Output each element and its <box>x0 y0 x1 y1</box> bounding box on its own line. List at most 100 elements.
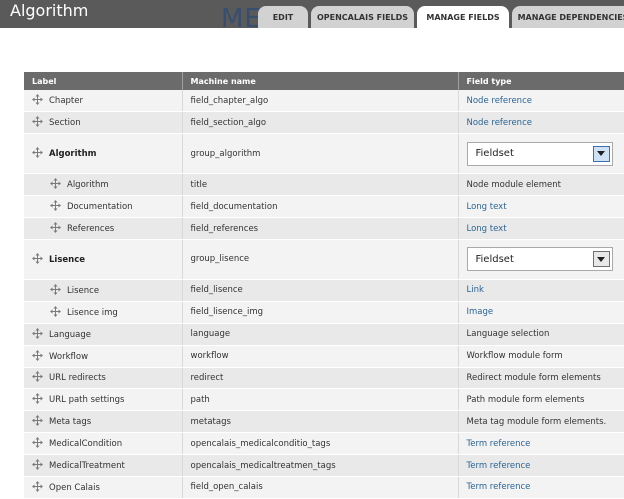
label-cell: Documentation <box>24 195 183 219</box>
field-type-cell: Term reference <box>458 432 624 456</box>
move-arrows-icon[interactable] <box>32 349 43 361</box>
label-cell: URL path settings <box>24 388 183 412</box>
machine-name-cell: group_lisence <box>182 239 459 280</box>
machine-name-cell: metatags <box>182 410 459 434</box>
fieldset-format-select[interactable]: Fieldset <box>466 141 613 166</box>
field-label: Algorithm <box>67 180 109 191</box>
field-type-link[interactable]: Term reference <box>467 482 531 492</box>
field-type-cell: Workflow module form <box>458 345 624 368</box>
table-row: URL path settings path Path module form el… <box>24 388 624 412</box>
field-type-link[interactable]: Term reference <box>467 439 531 449</box>
chevron-down-icon[interactable] <box>592 251 610 268</box>
field-type-link[interactable]: Image <box>467 307 494 317</box>
field-type-link[interactable]: Node reference <box>467 96 532 106</box>
table-row: MedicalCondition opencalais_medicalcondit… <box>24 432 624 456</box>
table-row: URL redirects redirect Redirect module for… <box>24 367 624 390</box>
label-cell: Meta tags <box>24 410 183 434</box>
field-type-link[interactable]: Long text <box>467 224 507 234</box>
move-arrows-icon[interactable] <box>32 371 43 383</box>
machine-name-cell: field_section_algo <box>182 111 459 135</box>
machine-name-cell: opencalais_medicaltreatmen_tags <box>182 454 459 477</box>
label-cell: Section <box>24 111 183 135</box>
field-label: Algorithm <box>49 149 97 160</box>
table-row: MedicalTreatment opencalais_medicaltreatm… <box>24 454 624 477</box>
page-title: Algorithm <box>10 1 89 20</box>
move-arrows-icon[interactable] <box>32 437 43 449</box>
column-header-field-type: Field type <box>458 72 624 90</box>
table-row: Workflow workflow Workflow module form <box>24 345 624 368</box>
tab-manage-fields[interactable]: MANAGE FIELDS <box>417 6 509 28</box>
tab-manage-dependencies[interactable]: MANAGE DEPENDENCIES <box>512 6 624 28</box>
chevron-down-icon[interactable] <box>592 145 610 162</box>
table-row-group: Lisence group_lisence Fieldset <box>24 239 624 280</box>
move-arrows-icon[interactable] <box>50 283 61 295</box>
label-cell: Lisence <box>24 279 183 302</box>
field-label: Lisence <box>49 254 86 265</box>
label-cell: Language <box>24 323 183 346</box>
label-cell: MedicalCondition <box>24 432 183 456</box>
label-cell: Algorithm <box>24 133 183 175</box>
machine-name-cell: redirect <box>182 367 459 390</box>
field-type-cell: Language selection <box>458 323 624 346</box>
machine-name-cell: language <box>182 323 459 346</box>
field-label: Section <box>49 118 81 129</box>
field-label: Lisence img <box>67 307 118 318</box>
table-row: Meta tags metatags Meta tag module form el… <box>24 410 624 434</box>
field-label: URL path settings <box>49 395 125 406</box>
move-arrows-icon[interactable] <box>50 305 61 317</box>
machine-name-cell: opencalais_medicalconditio_tags <box>182 432 459 456</box>
move-arrows-icon[interactable] <box>50 200 61 212</box>
move-arrows-icon[interactable] <box>32 252 43 264</box>
field-type-cell: Node module element <box>458 173 624 197</box>
field-type-cell: Fieldset <box>458 133 624 175</box>
move-arrows-icon[interactable] <box>32 327 43 339</box>
field-label: Chapter <box>49 96 83 107</box>
label-cell: Lisence img <box>24 301 183 324</box>
label-cell: URL redirects <box>24 367 183 390</box>
field-label: URL redirects <box>49 373 106 384</box>
fieldset-format-select[interactable]: Fieldset <box>466 247 613 272</box>
table-row: Algorithm title Node module element <box>24 173 624 197</box>
field-type-link[interactable]: Term reference <box>467 461 531 471</box>
table-row: Lisence img field_lisence_img Image <box>24 301 624 324</box>
label-cell: Open Calais <box>24 476 183 499</box>
move-arrows-icon[interactable] <box>32 480 43 492</box>
field-type-cell: Long text <box>458 195 624 219</box>
machine-name-cell: field_references <box>182 217 459 240</box>
machine-name-cell: workflow <box>182 345 459 368</box>
machine-name-cell: field_chapter_algo <box>182 90 459 113</box>
table-row: Section field_section_algo Node reference <box>24 111 624 135</box>
field-type-link[interactable]: Node reference <box>467 118 532 128</box>
label-cell: Algorithm <box>24 173 183 197</box>
field-label: MedicalCondition <box>49 439 123 450</box>
field-type-link[interactable]: Link <box>467 285 484 295</box>
move-arrows-icon[interactable] <box>32 147 43 159</box>
tab-opencalais-fields[interactable]: OPENCALAIS FIELDS <box>311 6 414 28</box>
field-type-cell: Image <box>458 301 624 324</box>
machine-name-cell: field_lisence <box>182 279 459 302</box>
machine-name-cell: field_open_calais <box>182 476 459 499</box>
select-value: Fieldset <box>475 148 514 160</box>
field-type-cell: Meta tag module form elements. <box>458 410 624 434</box>
select-value: Fieldset <box>475 253 514 265</box>
header-ghost-text: ME <box>221 4 262 34</box>
move-arrows-icon[interactable] <box>32 415 43 427</box>
field-label: References <box>67 224 115 234</box>
field-type-text: Path module form elements <box>466 394 585 405</box>
field-type-link[interactable]: Long text <box>467 202 507 212</box>
move-arrows-icon[interactable] <box>32 459 43 471</box>
move-arrows-icon[interactable] <box>32 94 43 106</box>
move-arrows-icon[interactable] <box>50 178 61 190</box>
field-label: Documentation <box>67 202 133 213</box>
label-cell: Workflow <box>24 345 183 368</box>
tab-edit[interactable]: EDIT <box>258 6 308 28</box>
fields-table: Label Machine name Field type Chapter fie… <box>24 72 624 499</box>
field-label: Language <box>49 329 91 340</box>
machine-name-cell: field_documentation <box>182 195 459 219</box>
field-type-cell: Term reference <box>458 476 624 499</box>
table-row-group: Algorithm group_algorithm Fieldset <box>24 133 624 175</box>
label-cell: Chapter <box>24 90 183 113</box>
move-arrows-icon[interactable] <box>32 393 43 405</box>
move-arrows-icon[interactable] <box>32 116 43 128</box>
move-arrows-icon[interactable] <box>50 222 61 233</box>
